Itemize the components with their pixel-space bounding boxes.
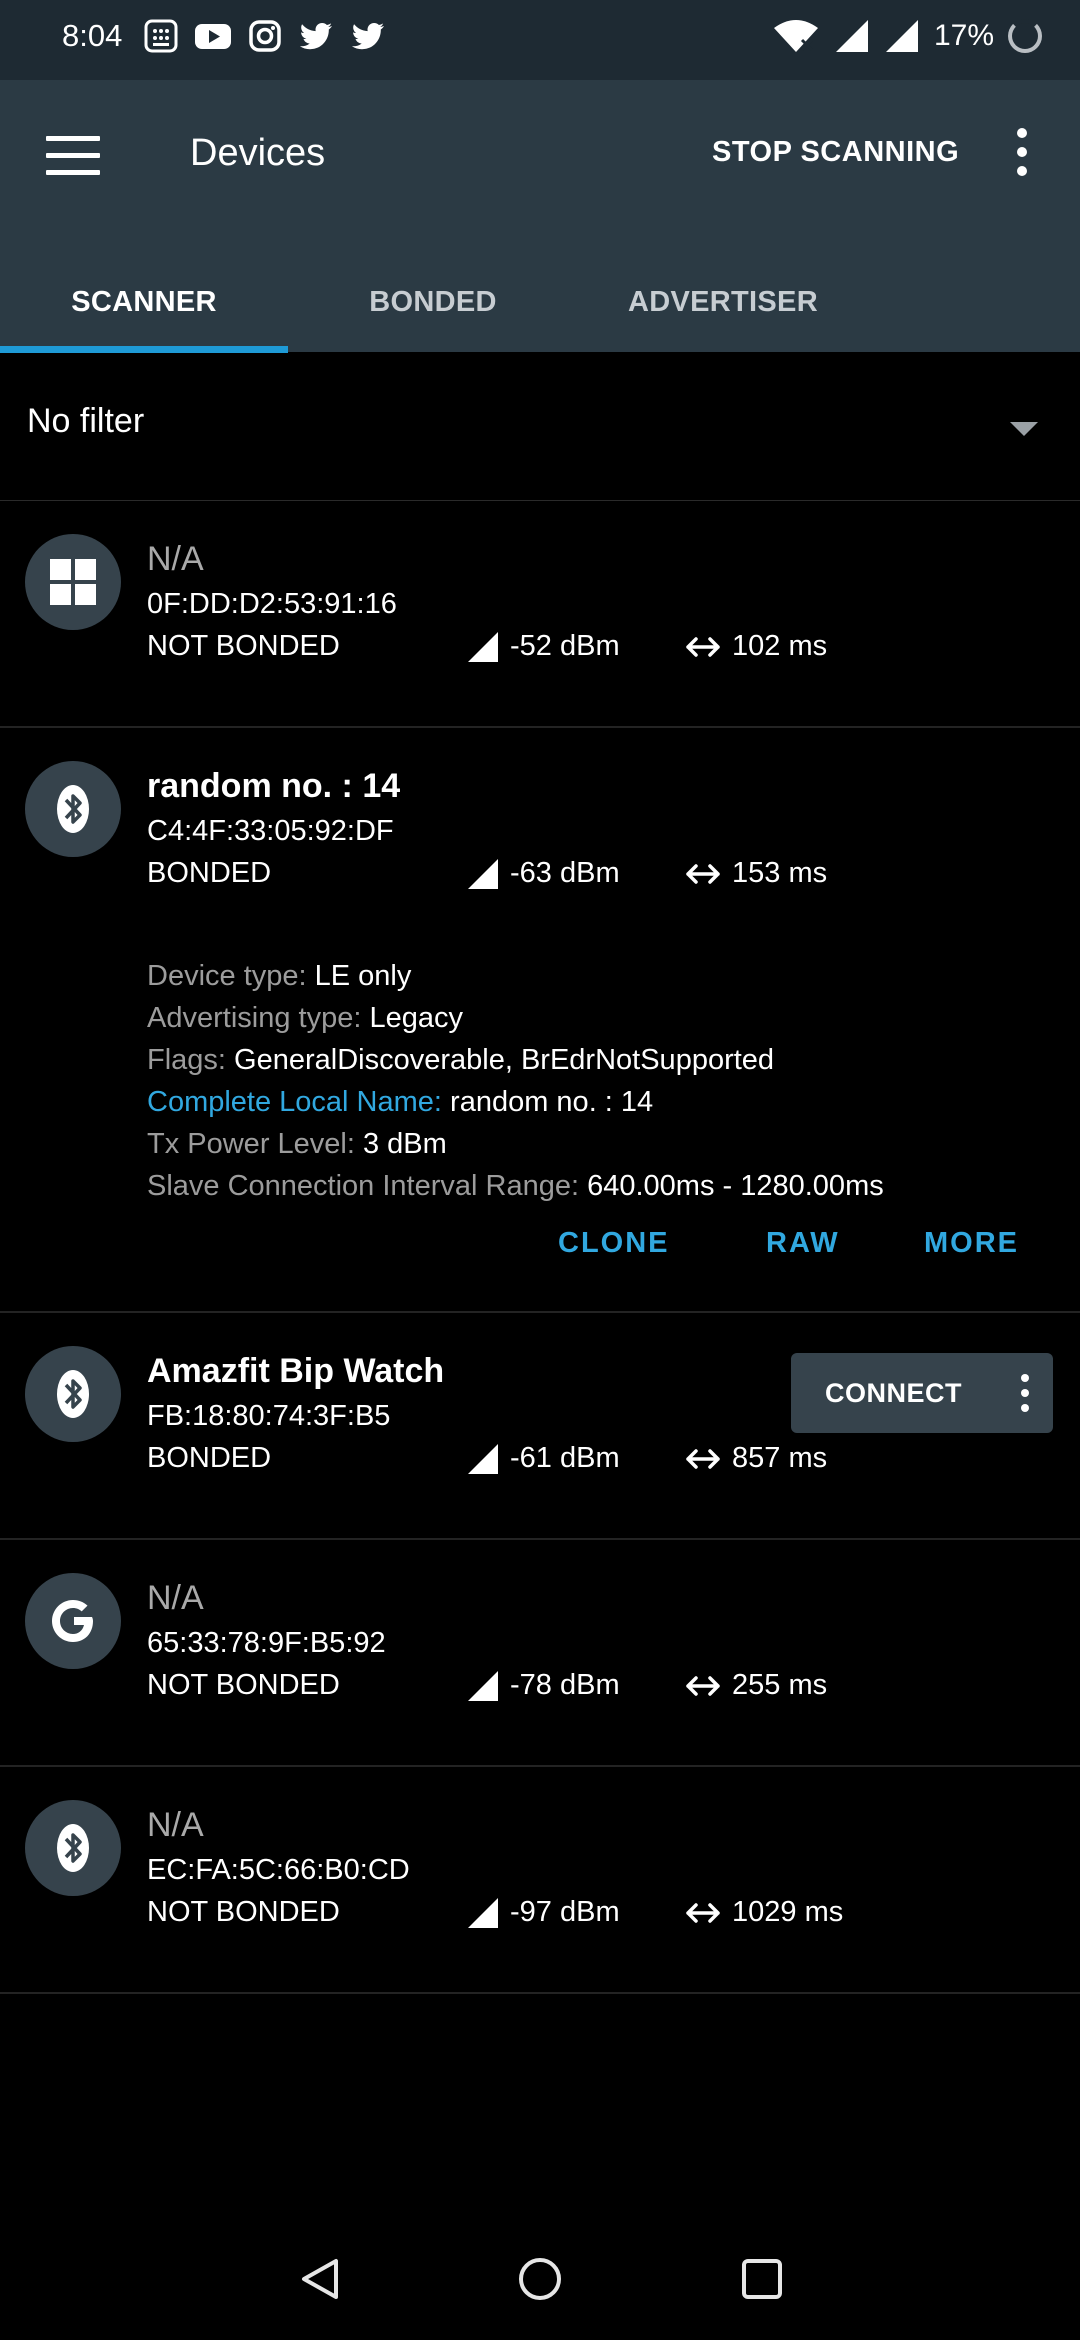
detail-flags: Flags: GeneralDiscoverable, BrEdrNotSupp… (147, 1044, 775, 1076)
device-address: 65:33:78:9F:B5:92 (147, 1627, 386, 1659)
bond-status: NOT BONDED (147, 1896, 340, 1928)
tab-scanner[interactable]: SCANNER (0, 252, 288, 352)
rssi-text: -97 dBm (510, 1896, 620, 1928)
wifi-icon (773, 20, 818, 52)
device-row[interactable]: N/A 0F:DD:D2:53:91:16 NOT BONDED -52 dBm… (0, 500, 1080, 728)
clock: 8:04 (62, 18, 123, 53)
advertising-details: Device type: LE only Advertising type: L… (147, 955, 884, 1207)
notification-icons (143, 18, 387, 54)
signal-strength-icon (468, 1897, 498, 1928)
tab-bonded[interactable]: BONDED (288, 252, 578, 352)
rssi-text: -52 dBm (510, 630, 620, 662)
device-address: FB:18:80:74:3F:B5 (147, 1400, 391, 1432)
twitter-icon (351, 23, 384, 50)
device-name: N/A (147, 540, 204, 578)
bluetooth-icon (25, 1800, 121, 1896)
rssi-text: -78 dBm (510, 1669, 620, 1701)
rssi-value: -61 dBm (466, 1442, 620, 1475)
detail-device-type: Device type: LE only (147, 960, 412, 992)
device-name: Amazfit Bip Watch (147, 1352, 445, 1390)
instagram-icon (249, 20, 281, 52)
detail-tx-power: Tx Power Level: 3 dBm (147, 1128, 447, 1160)
detail-local-name: Complete Local Name: random no. : 14 (147, 1086, 654, 1118)
device-row[interactable]: N/A 65:33:78:9F:B5:92 NOT BONDED -78 dBm… (0, 1539, 1080, 1767)
device-address: 0F:DD:D2:53:91:16 (147, 588, 397, 620)
signal-icon (835, 20, 868, 52)
device-address: C4:4F:33:05:92:DF (147, 815, 394, 847)
signal-strength-icon (468, 858, 498, 889)
interval-text: 255 ms (732, 1669, 828, 1701)
battery-percent: 17% (933, 19, 994, 52)
interval-arrows-icon (686, 863, 720, 884)
rssi-value: -52 dBm (466, 630, 620, 663)
menu-icon[interactable] (46, 136, 100, 184)
interval-arrows-icon (686, 1675, 720, 1696)
connect-button[interactable]: CONNECT (791, 1353, 1053, 1433)
windows-icon (25, 534, 121, 630)
back-icon[interactable] (296, 2255, 344, 2303)
signal-strength-icon (468, 1443, 498, 1474)
device-name: N/A (147, 1579, 204, 1617)
device-name: random no. : 14 (147, 767, 401, 805)
interval-arrows-icon (686, 636, 720, 657)
bond-status: BONDED (147, 1442, 272, 1474)
advertising-interval: 1029 ms (684, 1896, 843, 1929)
interval-arrows-icon (686, 1902, 720, 1923)
bond-status: NOT BONDED (147, 1669, 340, 1701)
filter-dropdown[interactable]: No filter (0, 352, 1080, 501)
rssi-value: -63 dBm (466, 857, 620, 890)
google-icon (25, 1573, 121, 1669)
rssi-value: -97 dBm (466, 1896, 620, 1929)
advertising-interval: 857 ms (684, 1442, 827, 1475)
more-button[interactable]: MORE (924, 1227, 1019, 1260)
tab-advertiser[interactable]: ADVERTISER (578, 252, 868, 352)
interval-text: 153 ms (732, 857, 828, 889)
system-icons: 17% (772, 18, 1042, 54)
stop-scanning-button[interactable]: STOP SCANNING (712, 136, 959, 169)
tab-bar: SCANNER BONDED ADVERTISER (0, 252, 1080, 352)
device-name: N/A (147, 1806, 204, 1844)
app-bar: Devices STOP SCANNING SCANNER BONDED ADV… (0, 80, 1080, 353)
signal-strength-icon (468, 1670, 498, 1701)
rssi-text: -63 dBm (510, 857, 620, 889)
signal-icon (885, 20, 918, 52)
advertising-interval: 255 ms (684, 1669, 827, 1702)
detail-slave-interval: Slave Connection Interval Range: 640.00m… (147, 1170, 884, 1202)
dropdown-arrow-icon (1010, 422, 1038, 436)
navigation-bar (0, 2210, 1080, 2340)
interval-text: 857 ms (732, 1442, 828, 1474)
bond-status: NOT BONDED (147, 630, 340, 662)
youtube-icon (195, 24, 231, 49)
interval-arrows-icon (686, 1448, 720, 1469)
bluetooth-icon (25, 761, 121, 857)
recents-icon[interactable] (738, 2255, 786, 2303)
device-row[interactable]: N/A EC:FA:5C:66:B0:CD NOT BONDED -97 dBm… (0, 1766, 1080, 1994)
clone-button[interactable]: CLONE (558, 1227, 670, 1260)
connect-options-icon[interactable] (1019, 1374, 1031, 1419)
battery-ring-icon (1008, 19, 1042, 53)
advertising-interval: 102 ms (684, 630, 827, 663)
rssi-value: -78 dBm (466, 1669, 620, 1702)
advertising-interval: 153 ms (684, 857, 827, 890)
more-options-icon[interactable] (1012, 128, 1032, 188)
interval-text: 1029 ms (732, 1896, 844, 1928)
raw-button[interactable]: RAW (766, 1227, 840, 1260)
bluetooth-icon (25, 1346, 121, 1442)
connect-label: CONNECT (825, 1377, 962, 1408)
signal-strength-icon (468, 631, 498, 662)
home-icon[interactable] (516, 2255, 564, 2303)
calculator-icon (144, 19, 178, 53)
bond-status: BONDED (147, 857, 272, 889)
rssi-text: -61 dBm (510, 1442, 620, 1474)
twitter-icon (299, 23, 332, 50)
filter-label: No filter (27, 402, 145, 440)
device-row[interactable]: random no. : 14 C4:4F:33:05:92:DF BONDED… (0, 727, 1080, 1313)
interval-text: 102 ms (732, 630, 828, 662)
detail-advertising-type: Advertising type: Legacy (147, 1002, 463, 1034)
page-title: Devices (190, 132, 326, 174)
status-bar: 8:04 17% (0, 0, 1080, 80)
device-address: EC:FA:5C:66:B0:CD (147, 1854, 410, 1886)
